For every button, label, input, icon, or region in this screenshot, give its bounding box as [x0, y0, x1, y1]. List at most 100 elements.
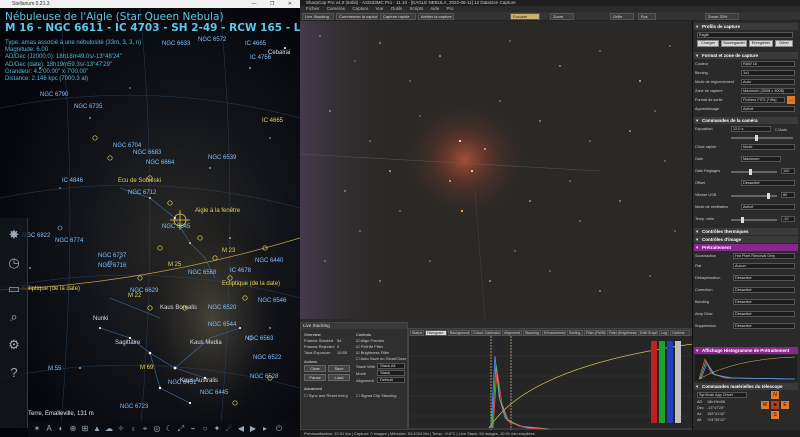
sigma-clip-checkbox[interactable]: ☐ Sigma Clip Stacking: [356, 393, 397, 398]
gain-slider-handle[interactable]: [749, 169, 752, 175]
sky-label[interactable]: NGC 6544: [208, 322, 236, 328]
sky-label[interactable]: M 23: [222, 248, 235, 254]
alignment-select[interactable]: Default: [377, 377, 405, 383]
stop-capture-button[interactable]: Arrêter la capture: [418, 13, 454, 20]
flat-select[interactable]: Aucun: [733, 263, 795, 269]
constellation-label[interactable]: Sagittaire: [115, 340, 140, 346]
save-as-profile-button[interactable]: Enregistrer: [749, 40, 773, 47]
sky-label[interactable]: NGC 6723: [120, 404, 148, 410]
gain-value[interactable]: 100: [781, 168, 795, 174]
sky-label[interactable]: NGC 6440: [255, 258, 283, 264]
sky-label[interactable]: NGC 6539: [208, 155, 236, 161]
sky-label[interactable]: NGC 6522: [253, 355, 281, 361]
satellites-icon[interactable]: ✦: [212, 424, 222, 434]
star-label[interactable]: Kaus Australis: [180, 378, 218, 384]
preprocess-histogram-header[interactable]: Affichage Histogramme de Prétraitement: [694, 347, 798, 354]
sky-label[interactable]: IC 4846: [62, 178, 83, 184]
sky-label[interactable]: NGC 6572: [198, 37, 226, 43]
camera-controls-header[interactable]: Commandes de la caméra: [694, 117, 798, 124]
realtime-icon[interactable]: ▶: [248, 424, 258, 434]
constellation-lines-icon[interactable]: ✶: [32, 424, 42, 434]
exposure-slider-handle[interactable]: [755, 135, 758, 141]
sky-label[interactable]: M 55: [48, 366, 61, 372]
menu-capture[interactable]: Capture: [352, 6, 368, 11]
equatorial-grid-icon[interactable]: ⊕: [68, 424, 78, 434]
focuser-button[interactable]: Focuser: [510, 13, 540, 20]
sky-label[interactable]: IC 4665: [262, 118, 283, 124]
usb-speed-slider-handle[interactable]: [767, 193, 770, 199]
sky-label[interactable]: NGC 6528: [250, 374, 278, 380]
nebulae-icon[interactable]: ✧: [116, 424, 126, 434]
ocular-icon[interactable]: ○: [200, 424, 210, 434]
pause-button[interactable]: Pause: [304, 374, 326, 381]
histogram-chart[interactable]: [409, 336, 693, 431]
mode-select[interactable]: Stack: [377, 370, 405, 376]
sky-label[interactable]: NGC 6664: [146, 160, 174, 166]
help-icon[interactable]: ?: [5, 364, 23, 382]
center-icon[interactable]: ◎: [152, 424, 162, 434]
azimuthal-grid-icon[interactable]: ⊞: [80, 424, 90, 434]
zoom-level[interactable]: Zoom 33%: [705, 13, 739, 20]
slew-south-button[interactable]: S: [771, 411, 779, 419]
sky-label[interactable]: NGC 6563: [245, 336, 273, 342]
slew-west-button[interactable]: W: [761, 401, 769, 409]
sky-label[interactable]: Aigle à la fenêtre: [195, 208, 240, 214]
offset-select[interactable]: Désactivé: [741, 180, 795, 186]
telescope-controls-header[interactable]: Commandes matérielles du télescope: [694, 383, 798, 390]
fullscreen-icon[interactable]: ⤢: [176, 424, 186, 434]
capture-profiles-header[interactable]: Profils de capture: [694, 23, 798, 30]
rewind-icon[interactable]: ◀: [236, 424, 246, 434]
start-capture-button[interactable]: Commencer la capture: [336, 13, 378, 20]
sky-label[interactable]: M 69: [140, 365, 153, 371]
sky-label[interactable]: Nunki: [93, 316, 108, 322]
load-button[interactable]: Load: [328, 374, 350, 381]
planets-icon[interactable]: ♁: [128, 424, 138, 434]
display-icon[interactable]: ▭: [5, 280, 23, 298]
slew-north-button[interactable]: N: [771, 391, 779, 399]
profile-select[interactable]: Eagle: [697, 32, 793, 38]
sky-label[interactable]: NGC 6716: [98, 263, 126, 269]
preprocess-histogram-chart[interactable]: [695, 355, 797, 381]
sky-label[interactable]: IC 4678: [230, 268, 251, 274]
sky-label[interactable]: NGC 6774: [55, 238, 83, 244]
menu-file[interactable]: Fichier: [306, 6, 320, 11]
sky-label[interactable]: NGC 6445: [200, 390, 228, 396]
target-temp-slider[interactable]: [731, 217, 777, 223]
output-format-options-button[interactable]: …: [787, 96, 795, 104]
sky-label[interactable]: NGC 6735: [74, 104, 102, 110]
telescope-icon[interactable]: ⌁: [188, 424, 198, 434]
stack-method-select[interactable]: Stack All: [377, 363, 405, 369]
mount-driver-select[interactable]: SynScan App Driver: [697, 392, 747, 398]
sky-label[interactable]: NGC 6633: [162, 41, 190, 47]
sky-label[interactable]: M 22: [128, 293, 141, 299]
quick-capture-button[interactable]: Capture rapide: [380, 13, 416, 20]
camera-preview-image[interactable]: [300, 21, 692, 319]
stop-slew-button[interactable]: ■: [771, 401, 779, 409]
sky-label[interactable]: NGC 6645: [162, 224, 190, 230]
clock-icon[interactable]: ◷: [5, 254, 23, 272]
fwhm-filter-checkbox[interactable]: ☑ FWHM Filter: [356, 344, 383, 349]
exposure-slider[interactable]: [731, 135, 793, 141]
sky-label[interactable]: M 25: [168, 262, 181, 268]
banding-select[interactable]: Désactivé: [733, 299, 795, 305]
gain-select[interactable]: Maximum: [741, 156, 781, 162]
exposure-input[interactable]: 12.0 s: [731, 126, 771, 132]
sky-label[interactable]: NGC 6737: [98, 253, 126, 259]
usb-speed-value[interactable]: 80: [781, 192, 795, 198]
align-frames-checkbox[interactable]: ☑ Align Frames: [356, 338, 384, 343]
meteor-icon[interactable]: ☄: [224, 424, 234, 434]
zoom-select[interactable]: Zoom: [550, 13, 574, 20]
star-label[interactable]: Kaus Borealis: [160, 305, 197, 311]
auto-exposure-checkbox[interactable]: ☐ Auto: [775, 127, 787, 132]
forward-icon[interactable]: ▸: [260, 424, 270, 434]
learning-select[interactable]: Activé: [741, 106, 795, 112]
sky-label[interactable]: NGC 6546: [258, 298, 286, 304]
settings-icon[interactable]: ⚙: [5, 336, 23, 354]
target-temp-slider-handle[interactable]: [741, 217, 744, 223]
star-label[interactable]: Kaus Media: [190, 340, 222, 346]
night-mode-icon[interactable]: ☾: [164, 424, 174, 434]
sky-label[interactable]: Ecu de Sobieski: [118, 178, 161, 184]
capture-format-header[interactable]: Format et zone de capture: [694, 52, 798, 59]
sky-label[interactable]: NGC 6712: [128, 190, 156, 196]
subtraction-select[interactable]: Hot Pixel Removal Only: [733, 253, 795, 259]
